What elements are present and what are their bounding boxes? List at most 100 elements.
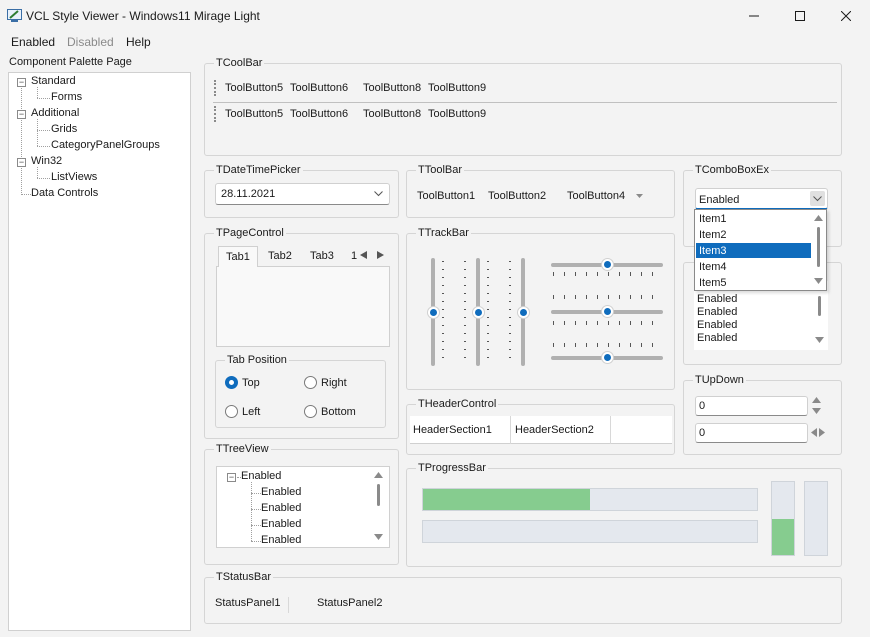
collapse-icon[interactable]: −	[17, 78, 26, 87]
radio-left[interactable]	[225, 405, 238, 418]
dropdown-item-4[interactable]: Item4	[699, 261, 727, 273]
vtrack-1-thumb[interactable]	[427, 306, 440, 319]
coolbar-toolbutton6[interactable]: ToolButton6	[290, 82, 348, 94]
tree-item-data-controls[interactable]: Data Controls	[31, 187, 98, 199]
updown-vertical-icon[interactable]	[812, 396, 821, 416]
comboboxex[interactable]: Enabled	[695, 188, 828, 210]
treeview-child[interactable]: Enabled	[261, 518, 301, 530]
vtrack-2-thumb[interactable]	[472, 306, 485, 319]
htrack-3-thumb[interactable]	[601, 351, 614, 364]
header-section-1[interactable]: HeaderSection1	[410, 416, 511, 444]
dropdown-item-1[interactable]: Item1	[699, 213, 727, 225]
status-panel-1: StatusPanel1	[215, 597, 289, 613]
coolbar-grip[interactable]	[214, 80, 216, 96]
treeview-child[interactable]: Enabled	[261, 502, 301, 514]
list-item[interactable]: Enabled	[697, 293, 737, 305]
updown-horizontal-icon[interactable]	[810, 428, 826, 437]
vtrack-3-thumb[interactable]	[517, 306, 530, 319]
palette-tree[interactable]: − − − Standard Forms Additional Grids Ca…	[8, 72, 191, 631]
htrack-2-thumb[interactable]	[601, 305, 614, 318]
treeview-root[interactable]: Enabled	[241, 470, 281, 482]
scroll-down-icon[interactable]	[815, 337, 824, 343]
radio-top[interactable]	[225, 376, 238, 389]
trackbar-group: TTrackBar	[406, 227, 675, 390]
maximize-button[interactable]	[777, 0, 823, 32]
htrack-2-ticks-bottom	[553, 321, 663, 325]
toolbutton4[interactable]: ToolButton4	[567, 190, 625, 202]
scroll-down-icon[interactable]	[814, 278, 823, 284]
dropdown-arrow-icon[interactable]	[636, 194, 643, 198]
header-section-2[interactable]: HeaderSection2	[512, 416, 611, 444]
dropdown-item-3[interactable]: Item3	[699, 245, 727, 257]
tab-2[interactable]: Tab2	[268, 250, 292, 262]
list-item[interactable]: Enabled	[697, 319, 737, 331]
date-picker[interactable]: 28.11.2021	[215, 183, 390, 205]
dropdown-item-5[interactable]: Item5	[699, 277, 727, 289]
datetimepicker-group: TDateTimePicker 28.11.2021	[204, 164, 399, 218]
progressbar-fill	[772, 518, 794, 555]
treeview[interactable]: − Enabled Enabled Enabled Enabled Enable…	[216, 466, 390, 548]
trackbar-title: TTrackBar	[416, 227, 471, 239]
scroll-up-icon[interactable]	[374, 472, 383, 478]
statusbar-title: TStatusBar	[214, 571, 274, 583]
list-item[interactable]: Enabled	[697, 332, 737, 344]
chevron-down-icon[interactable]	[374, 191, 383, 197]
scrollbar-thumb[interactable]	[817, 227, 820, 267]
coolbar-toolbutton9[interactable]: ToolButton9	[428, 108, 486, 120]
coolbar-grip[interactable]	[214, 106, 216, 122]
list-item[interactable]: Enabled	[697, 306, 737, 318]
htrack-1-thumb[interactable]	[601, 258, 614, 271]
tree-item-listviews[interactable]: ListViews	[51, 171, 97, 183]
coolbar-toolbutton8[interactable]: ToolButton8	[363, 82, 421, 94]
radio-right[interactable]	[304, 376, 317, 389]
menu-help[interactable]: Help	[126, 35, 151, 49]
tree-item-categorypanelgroups[interactable]: CategoryPanelGroups	[51, 139, 160, 151]
coolbar-toolbutton9[interactable]: ToolButton9	[428, 82, 486, 94]
toolbar-title: TToolBar	[416, 164, 465, 176]
listbox[interactable]: Enabled Enabled Enabled Enabled	[694, 281, 828, 350]
tree-item-forms[interactable]: Forms	[51, 91, 82, 103]
collapse-icon[interactable]: −	[17, 158, 26, 167]
tab-scroll-right-icon[interactable]	[377, 251, 384, 259]
minimize-button[interactable]	[731, 0, 777, 32]
tab-3[interactable]: Tab3	[310, 250, 334, 262]
updown-edit-1[interactable]: 0	[695, 396, 808, 416]
tree-item-additional[interactable]: Additional	[31, 107, 79, 119]
tab-1[interactable]: Tab1	[218, 246, 258, 267]
maximize-icon	[795, 11, 805, 21]
combo-dropdown-list[interactable]: Item1 Item2 Item3 Item4 Item5	[694, 209, 827, 291]
close-button[interactable]	[823, 0, 869, 32]
updown-value-2: 0	[699, 427, 706, 439]
treeview-child[interactable]: Enabled	[261, 534, 301, 546]
treeview-child[interactable]: Enabled	[261, 486, 301, 498]
tab-scroll-left-icon[interactable]	[360, 251, 367, 259]
scroll-up-icon[interactable]	[814, 215, 823, 221]
updown-value-1: 0	[699, 400, 706, 412]
updown-edit-2[interactable]: 0	[695, 423, 808, 443]
scroll-down-icon[interactable]	[374, 534, 383, 540]
headercontrol-group: THeaderControl HeaderSection1 HeaderSect…	[406, 398, 675, 455]
progressbar-vertical-2	[804, 481, 828, 556]
toolbutton2[interactable]: ToolButton2	[488, 190, 546, 202]
combo-button[interactable]	[810, 191, 825, 206]
coolbar-toolbutton5[interactable]: ToolButton5	[225, 108, 283, 120]
collapse-icon[interactable]: −	[227, 473, 236, 482]
header-control: HeaderSection1 HeaderSection2	[410, 416, 672, 444]
toolbutton1[interactable]: ToolButton1	[417, 190, 475, 202]
menu-enabled[interactable]: Enabled	[11, 35, 55, 49]
dropdown-item-2[interactable]: Item2	[699, 229, 727, 241]
date-value: 28.11.2021	[221, 188, 276, 200]
coolbar-toolbutton6[interactable]: ToolButton6	[290, 108, 348, 120]
tab-4[interactable]: 1	[351, 250, 357, 262]
coolbar-toolbutton5[interactable]: ToolButton5	[225, 82, 283, 94]
menu-disabled[interactable]: Disabled	[67, 35, 114, 49]
tree-item-standard[interactable]: Standard	[31, 75, 76, 87]
tree-item-grids[interactable]: Grids	[51, 123, 77, 135]
radio-bottom[interactable]	[304, 405, 317, 418]
updown-title: TUpDown	[693, 374, 746, 386]
tree-item-win32[interactable]: Win32	[31, 155, 62, 167]
scrollbar-thumb[interactable]	[377, 484, 380, 506]
collapse-icon[interactable]: −	[17, 110, 26, 119]
coolbar-toolbutton8[interactable]: ToolButton8	[363, 108, 421, 120]
scrollbar-thumb[interactable]	[818, 296, 821, 316]
